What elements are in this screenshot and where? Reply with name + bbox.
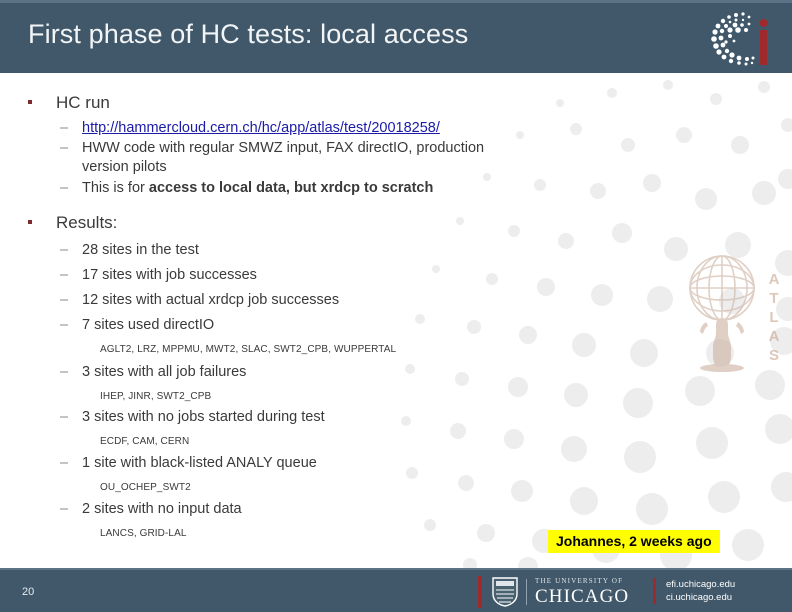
dash-marker-icon: – (60, 267, 69, 283)
list-item-text: 3 sites with all job failures (82, 364, 247, 380)
dash-marker-icon: – (60, 317, 69, 333)
site-list-noinput: LANCS, GRID-LAL (100, 528, 187, 539)
bullet-marker-icon (28, 100, 32, 104)
efi-url: efi.uchicago.edu (666, 579, 736, 590)
bullet-marker-icon (28, 220, 32, 224)
bullet-label: Results: (56, 213, 118, 232)
footer-urls: efi.uchicago.edu ci.uchicago.edu (653, 578, 735, 604)
dash-marker-icon: – (60, 364, 69, 380)
list-item-7-sites: – 7 sites used directIO (60, 316, 480, 335)
slide: A T L A S First phase of HC tests: local… (0, 0, 792, 612)
dash-marker-icon: – (60, 501, 69, 517)
site-list-blacklisted: OU_OCHEP_SWT2 (100, 482, 191, 493)
list-item-28-sites: – 28 sites in the test (60, 241, 480, 260)
dash-marker-icon: – (60, 409, 69, 425)
list-item-text: 28 sites in the test (82, 242, 199, 258)
list-item-1-site-blacklisted: – 1 site with black-listed ANALY queue (60, 454, 480, 473)
page-number: 20 (22, 586, 35, 598)
slide-footer: 20 THE UNIVERSITY OF CHICAGO efi.uchicag… (0, 568, 792, 612)
list-item-17-sites: – 17 sites with job successes (60, 266, 480, 285)
list-item-text: 1 site with black-listed ANALY queue (82, 455, 317, 471)
slide-body: HC run – http://hammercloud.cern.ch/hc/a… (0, 73, 792, 568)
list-item-3-sites-failures: – 3 sites with all job failures (60, 363, 480, 382)
slide-header: First phase of HC tests: local access (0, 0, 792, 73)
list-item-local-data: – This is for access to local data, but … (60, 179, 560, 198)
site-list-nojobs: ECDF, CAM, CERN (100, 436, 190, 447)
list-item-hc-url: – http://hammercloud.cern.ch/hc/app/atla… (60, 119, 580, 138)
page-title: First phase of HC tests: local access (28, 19, 469, 49)
dash-marker-icon: – (60, 242, 69, 258)
list-item-2-sites-noinput: – 2 sites with no input data (60, 500, 480, 519)
list-item-text: 3 sites with no jobs started during test (82, 409, 325, 425)
ci-logo (706, 8, 778, 72)
site-list-failures: IHEP, JINR, SWT2_CPB (100, 391, 212, 402)
dash-marker-icon: – (60, 292, 69, 308)
list-item-3-sites-nojobs: – 3 sites with no jobs started during te… (60, 408, 480, 427)
ci-url: ci.uchicago.edu (666, 592, 733, 603)
list-item-text: 2 sites with no input data (82, 501, 242, 517)
university-wordmark: THE UNIVERSITY OF CHICAGO (535, 577, 630, 607)
university-of-chicago-logo: THE UNIVERSITY OF CHICAGO (478, 575, 629, 609)
list-item-text: HWW code with regular SMWZ input, FAX di… (82, 140, 485, 175)
dash-marker-icon: – (60, 140, 69, 156)
dash-marker-icon: – (60, 120, 69, 136)
hammercloud-test-link[interactable]: http://hammercloud.cern.ch/hc/app/atlas/… (82, 120, 440, 136)
university-wordmark-big: CHICAGO (535, 586, 630, 607)
accent-bar (653, 578, 656, 604)
annotation-johannes: Johannes, 2 weeks ago (548, 530, 720, 553)
list-item-text: 17 sites with job successes (82, 267, 257, 283)
dash-marker-icon: – (60, 180, 69, 196)
list-item-hww-code: – HWW code with regular SMWZ input, FAX … (60, 139, 520, 177)
bullet-label: HC run (56, 93, 110, 112)
university-wordmark-small: THE UNIVERSITY OF (535, 577, 624, 585)
accent-bar (478, 576, 482, 608)
list-item-12-sites: – 12 sites with actual xrdcp job success… (60, 291, 480, 310)
list-item-text: 7 sites used directIO (82, 317, 215, 333)
dash-marker-icon: – (60, 455, 69, 471)
uchicago-crest-icon (492, 577, 518, 607)
site-list-directio: AGLT2, LRZ, MPPMU, MWT2, SLAC, SWT2_CPB,… (100, 344, 397, 355)
bullet-results: Results: (28, 213, 117, 233)
list-item-text: 12 sites with actual xrdcp job successes (82, 292, 340, 308)
list-item-text-plain: This is for (82, 180, 149, 196)
list-item-text-bold: access to local data, but xrdcp to scrat… (148, 180, 434, 196)
bullet-hc-run: HC run (28, 93, 110, 113)
logo-divider (526, 579, 527, 605)
